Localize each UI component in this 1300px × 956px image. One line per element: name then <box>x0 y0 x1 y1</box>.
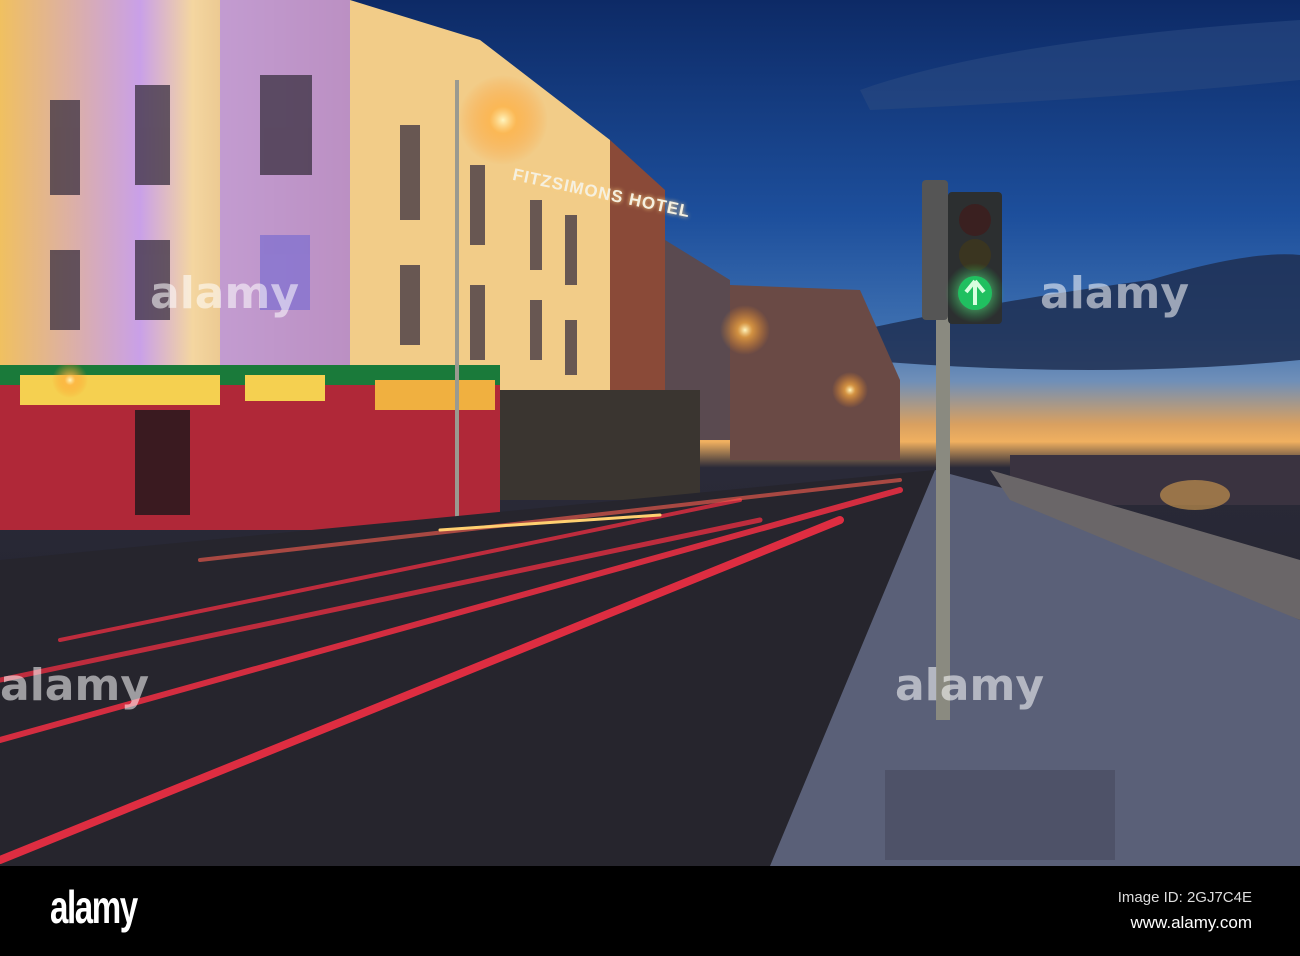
footer-bar: alamy Image ID: 2GJ7C4E www.alamy.com <box>0 866 1300 956</box>
watermark: alamy <box>150 268 299 319</box>
site-url: www.alamy.com <box>1130 913 1252 932</box>
street-lamp <box>458 75 548 165</box>
image-id: Image ID: 2GJ7C4E <box>1117 889 1252 906</box>
watermark: alamy <box>895 660 1044 711</box>
alamy-logo: alamy <box>50 881 138 933</box>
photo-scene <box>0 0 1300 866</box>
watermark: alamy <box>0 660 149 711</box>
stock-photo: FITZSIMONS HOTEL alamy alamy alamy alamy… <box>0 0 1300 956</box>
watermark: alamy <box>1040 268 1189 319</box>
traffic-light-pole <box>936 300 950 720</box>
dublin-street-night-photo: FITZSIMONS HOTEL alamy alamy alamy alamy <box>0 0 1300 866</box>
cloud <box>860 20 1300 110</box>
